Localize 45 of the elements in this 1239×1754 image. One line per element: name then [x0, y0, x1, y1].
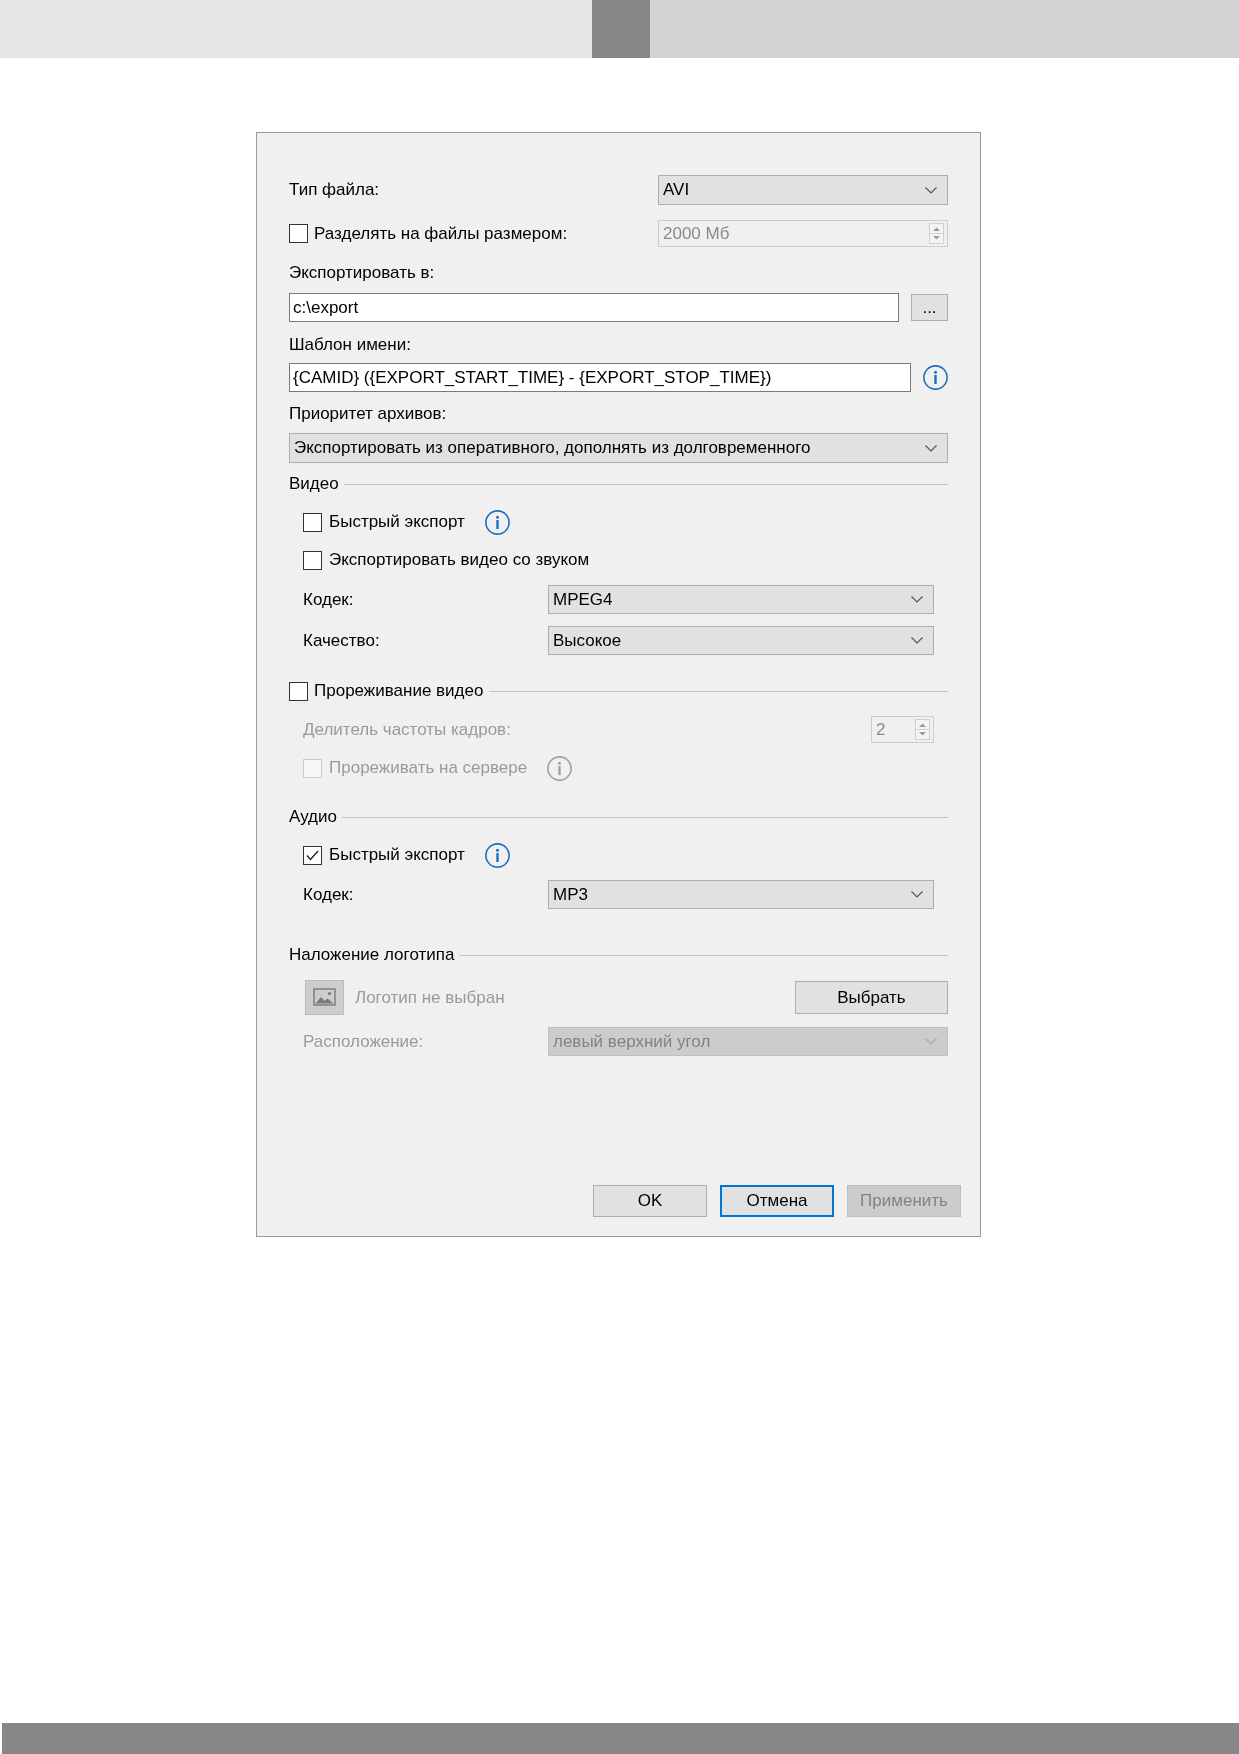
dialog-button[interactable]: OK — [593, 1185, 707, 1217]
chevron-down-icon — [911, 637, 923, 644]
archive-priority-dropdown[interactable]: Экспортировать из оперативного, дополнять из долговременного — [289, 433, 948, 463]
dropdown[interactable]: MP3 — [548, 880, 934, 909]
name-template-field[interactable]: {CAMID} ({EXPORT_START_TIME} - {EXPORT_STOP_TIME}) — [289, 363, 911, 392]
image-icon — [305, 980, 344, 1015]
chevron-down-icon — [911, 891, 923, 898]
dialog-button[interactable]: Отмена — [720, 1185, 834, 1217]
section-title: Аудио — [289, 806, 337, 829]
browse-button[interactable]: ... — [911, 294, 948, 321]
checkbox[interactable] — [289, 681, 308, 701]
field-label: Кодек: — [303, 883, 355, 906]
checkbox[interactable] — [303, 550, 322, 570]
checkbox-label: Быстрый экспорт — [329, 844, 465, 867]
field-label: Кодек: — [303, 588, 355, 611]
export-path-label: Экспортировать в: — [289, 262, 435, 285]
checkbox[interactable] — [303, 512, 322, 532]
dropdown[interactable]: MPEG4 — [548, 585, 934, 614]
section-title: Наложение логотипа — [289, 944, 455, 967]
checkmark-icon — [306, 849, 319, 861]
checkbox[interactable] — [303, 845, 322, 865]
checkbox-label: Экспортировать видео со звуком — [329, 549, 590, 572]
chevron-down-icon — [925, 1038, 937, 1045]
dropdown[interactable]: Высокое — [548, 626, 934, 655]
split-files-label: Разделять на файлы размером: — [314, 222, 569, 245]
info-icon[interactable] — [484, 842, 510, 868]
file-type-label: Тип файла: — [289, 179, 381, 202]
file-type-dropdown[interactable]: AVI — [658, 175, 948, 205]
name-template-label: Шаблон имени: — [289, 334, 411, 357]
archive-priority-label: Приоритет архивов: — [289, 403, 447, 426]
chevron-down-icon — [925, 186, 937, 194]
header-block — [592, 0, 650, 58]
chevron-down-icon — [925, 444, 937, 452]
logo-status-text: Логотип не выбран — [355, 986, 505, 1009]
checkbox-label: Быстрый экспорт — [329, 511, 465, 534]
checkbox-label: Прореживать на сервере — [329, 757, 528, 780]
field-label: Расположение: — [303, 1030, 425, 1053]
field-label: Делитель частоты кадров: — [303, 718, 511, 741]
export-path-field[interactable]: c:\export — [289, 293, 899, 322]
field-label: Качество: — [303, 629, 381, 652]
chevron-down-icon — [911, 596, 923, 603]
info-icon[interactable] — [923, 365, 948, 390]
section-title: Видео — [289, 473, 339, 496]
info-icon[interactable] — [484, 509, 510, 535]
section-title: Прореживание видео — [314, 680, 484, 703]
